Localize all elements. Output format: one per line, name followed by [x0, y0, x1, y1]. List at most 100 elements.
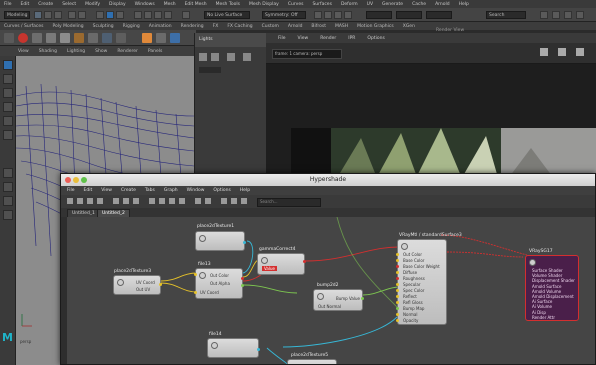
bridge-icon[interactable] — [170, 33, 180, 43]
simple-mode-icon[interactable] — [149, 198, 155, 204]
modeling-toolkit-icon[interactable] — [552, 11, 560, 19]
menu-item-1[interactable]: Edit — [21, 2, 30, 7]
channel-box-icon[interactable] — [576, 11, 584, 19]
snap-grid-icon[interactable] — [134, 11, 142, 19]
render-menu-item-2[interactable]: Render — [320, 36, 336, 41]
render-menu-item-3[interactable]: IPR — [348, 36, 355, 41]
menu-item-18[interactable]: Help — [459, 2, 469, 7]
menu-item-3[interactable]: Select — [62, 2, 76, 7]
snap-curve-icon[interactable] — [144, 11, 152, 19]
camera-dropdown[interactable]: frame: 1 camera: persp — [272, 49, 342, 59]
snap-point-icon[interactable] — [154, 11, 162, 19]
four-view-icon[interactable] — [3, 182, 13, 192]
input-port[interactable] — [194, 291, 197, 294]
menu-item-13[interactable]: Deform — [341, 2, 358, 7]
graph-materials-icon[interactable] — [77, 198, 83, 204]
panel-menu-item-0[interactable]: View — [18, 49, 29, 54]
sphere-icon[interactable] — [18, 33, 28, 43]
torus-icon[interactable] — [88, 33, 98, 43]
node-shading-group[interactable]: Surface Shader Volume Shader Displacement … — [525, 255, 579, 321]
mode-selector[interactable]: Modeling — [4, 11, 30, 19]
shelf-tab-2[interactable]: Sculpting — [93, 24, 114, 29]
save-scene-icon[interactable] — [54, 11, 62, 19]
search-field[interactable]: Search — [486, 11, 526, 19]
shelf-tab-1[interactable]: Poly Modeling — [53, 24, 84, 29]
keep-image-icon[interactable] — [558, 48, 566, 56]
node-bump2d[interactable]: Bump Value Out Normal — [313, 289, 364, 311]
node-editor-graph[interactable]: place2dTexture1 place2dTexture3 UV Coord… — [67, 217, 595, 364]
y-field[interactable] — [396, 11, 422, 19]
input-port[interactable] — [396, 253, 399, 256]
menu-item-6[interactable]: Windows — [135, 2, 155, 7]
input-port[interactable] — [396, 301, 399, 304]
undo-icon[interactable] — [68, 11, 76, 19]
menu-item-7[interactable]: Mesh — [164, 2, 176, 7]
ipr-render-icon[interactable] — [324, 11, 332, 19]
attribute-editor-icon[interactable] — [564, 11, 572, 19]
list-icon[interactable] — [243, 53, 251, 61]
plane-icon[interactable] — [74, 33, 84, 43]
cube-icon[interactable] — [32, 33, 42, 43]
scale-tool-icon[interactable] — [3, 130, 13, 140]
input-port[interactable] — [396, 307, 399, 310]
cylinder-icon[interactable] — [46, 33, 56, 43]
input-port[interactable] — [396, 283, 399, 286]
shelf-tab-0[interactable]: Curves / Surfaces — [4, 24, 44, 29]
menu-item-12[interactable]: Surfaces — [312, 2, 332, 7]
shelf-tab-3[interactable]: Rigging — [123, 24, 140, 29]
node-place2dtexture3[interactable]: UV Coord Out UV — [113, 275, 162, 295]
panel-menu-item-3[interactable]: Show — [95, 49, 107, 54]
new-scene-icon[interactable] — [34, 11, 42, 19]
shelf-tab-4[interactable]: Animation — [149, 24, 172, 29]
hypershade-menu-item-6[interactable]: Window — [187, 188, 205, 193]
input-port[interactable] — [194, 273, 197, 276]
menu-item-14[interactable]: UV — [367, 2, 373, 7]
menu-item-9[interactable]: Mesh Tools — [216, 2, 240, 7]
shelf-tab-11[interactable]: MASH — [335, 24, 348, 29]
menu-item-2[interactable]: Create — [38, 2, 53, 7]
select-hierarchy-icon[interactable] — [96, 11, 104, 19]
symmetry-field[interactable]: Symmetry: Off — [262, 11, 306, 19]
sort-icon[interactable] — [227, 53, 235, 61]
frame-all-icon[interactable] — [231, 198, 237, 204]
connected-mode-icon[interactable] — [159, 198, 165, 204]
create-icon[interactable] — [199, 53, 207, 61]
shelf-tab-6[interactable]: FX — [213, 24, 219, 29]
z-field[interactable] — [426, 11, 452, 19]
output-port[interactable] — [159, 283, 162, 286]
hypershade-menu-item-8[interactable]: Help — [240, 188, 250, 193]
workspace-icon[interactable] — [540, 11, 548, 19]
shelf-settings-icon[interactable] — [4, 33, 14, 43]
select-tool-icon[interactable] — [3, 60, 13, 70]
input-port[interactable] — [396, 271, 399, 274]
hypershade-menu-item-0[interactable]: File — [67, 188, 75, 193]
render-frame-icon[interactable] — [314, 11, 322, 19]
panel-menu-item-1[interactable]: Shading — [39, 49, 57, 54]
side-by-side-icon[interactable] — [3, 196, 13, 206]
rotate-tool-icon[interactable] — [3, 116, 13, 126]
input-port[interactable] — [396, 277, 399, 280]
extrude-icon[interactable] — [116, 33, 126, 43]
grid-toggle-icon[interactable] — [195, 198, 201, 204]
menu-item-11[interactable]: Curves — [288, 2, 304, 7]
paint-select-icon[interactable] — [3, 88, 13, 98]
add-selected-icon[interactable] — [87, 198, 93, 204]
cone-icon[interactable] — [60, 33, 70, 43]
shelf-tab-10[interactable]: Bifrost — [311, 24, 326, 29]
panel-menu-item-5[interactable]: Panels — [148, 49, 162, 54]
output-port[interactable] — [361, 297, 364, 300]
render-menu-item-1[interactable]: View — [298, 36, 309, 41]
graph-search-input[interactable]: Search... — [257, 198, 321, 207]
output-port[interactable] — [243, 241, 246, 244]
frame-selection-icon[interactable] — [241, 198, 247, 204]
shelf-tab-7[interactable]: FX Caching — [227, 24, 252, 29]
close-icon[interactable] — [576, 48, 584, 56]
hypershade-menu-item-1[interactable]: Edit — [84, 188, 93, 193]
hypershade-icon[interactable] — [344, 11, 352, 19]
node-bottom2[interactable] — [287, 359, 337, 364]
panel-menu-item-2[interactable]: Lighting — [67, 49, 85, 54]
node-material[interactable]: Out Color Base Color Base Color Weight Diff… — [396, 239, 447, 325]
snap-view-icon[interactable] — [164, 11, 172, 19]
snap-grid-toggle-icon[interactable] — [205, 198, 211, 204]
render-menu-item-4[interactable]: Options — [367, 36, 384, 41]
